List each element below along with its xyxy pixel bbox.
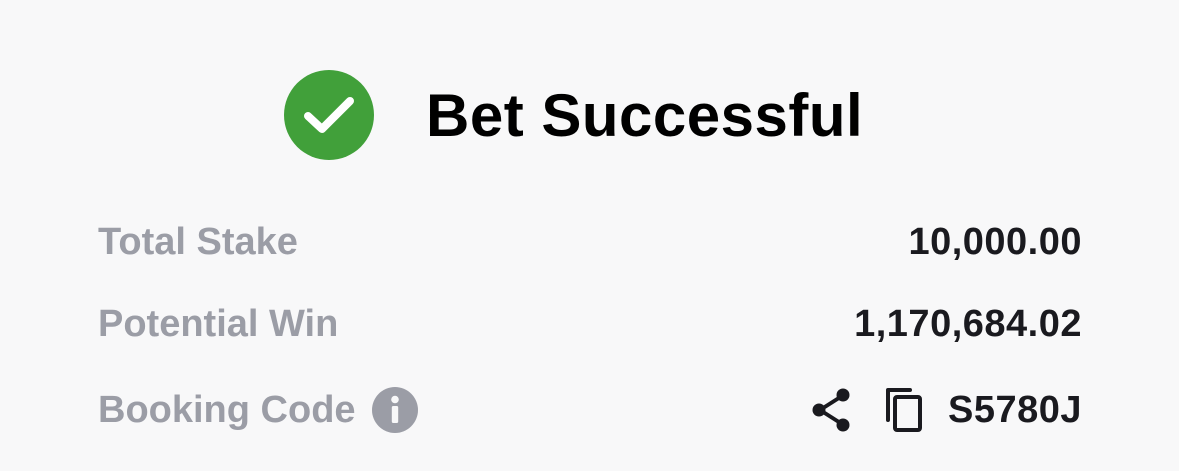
total-stake-label: Total Stake	[98, 220, 298, 263]
potential-win-row: Potential Win 1,170,684.02	[98, 294, 1082, 354]
total-stake-row: Total Stake 10,000.00	[98, 212, 1082, 272]
booking-code-label-group: Booking Code	[98, 387, 418, 433]
check-circle-icon	[284, 70, 374, 160]
bet-success-panel: Bet Successful Total Stake 10,000.00 Pot…	[0, 0, 1179, 471]
copy-icon[interactable]	[884, 386, 924, 434]
info-icon[interactable]	[371, 387, 418, 433]
booking-code-label: Booking Code	[98, 388, 356, 431]
potential-win-value: 1,170,684.02	[854, 302, 1082, 345]
share-icon[interactable]	[810, 387, 854, 433]
booking-code-row: Booking Code S5780J	[98, 380, 1082, 440]
booking-code-actions: S5780J	[810, 386, 1082, 434]
booking-code-value[interactable]: S5780J	[948, 389, 1082, 432]
page-title: Bet Successful	[426, 81, 864, 149]
total-stake-value: 10,000.00	[908, 220, 1082, 263]
potential-win-label: Potential Win	[98, 302, 339, 345]
success-header: Bet Successful	[284, 70, 863, 160]
